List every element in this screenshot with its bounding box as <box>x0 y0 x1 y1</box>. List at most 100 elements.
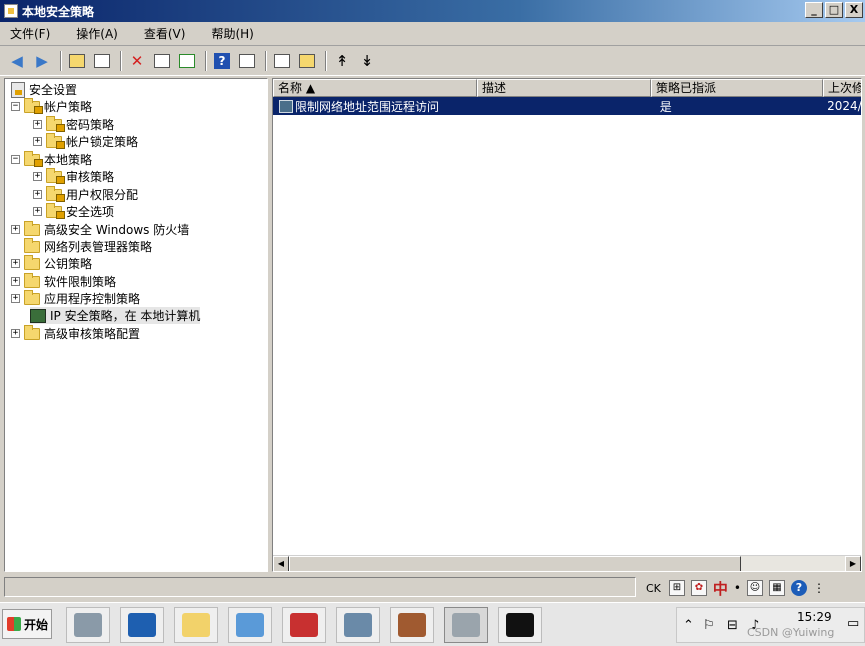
start-button[interactable]: 开始 <box>2 609 52 639</box>
scroll-thumb[interactable] <box>289 556 741 571</box>
local-security-policy-task-icon[interactable] <box>444 607 488 643</box>
menu-action[interactable]: 操作(A) <box>72 23 122 44</box>
unassign-policy-icon[interactable]: ↡ <box>356 50 378 72</box>
skin-icon[interactable]: ☺ <box>747 580 763 596</box>
tree-item-account-lockout-policy[interactable]: + 帐户锁定策略 <box>33 132 138 150</box>
properties-icon[interactable] <box>151 50 173 72</box>
toolbar: ◀ ▶ ✕ ? ↟ ↡ <box>0 46 865 76</box>
ip-policy-icon <box>279 99 293 113</box>
command-prompt-icon[interactable] <box>498 607 542 643</box>
help-icon[interactable]: ? <box>211 50 233 72</box>
expand-icon[interactable]: + <box>11 329 20 338</box>
export-list-icon[interactable] <box>176 50 198 72</box>
menu-help[interactable]: 帮助(H) <box>207 23 257 44</box>
punctuation-indicator[interactable]: • <box>734 581 741 595</box>
ime-logo-icon[interactable]: ✿ <box>690 580 707 596</box>
tree-item-windows-firewall[interactable]: + 高级安全 Windows 防火墙 <box>11 220 189 238</box>
manage-filters-icon[interactable] <box>296 50 318 72</box>
tree-item-label: 审核策略 <box>66 170 115 184</box>
file-explorer-icon[interactable] <box>174 607 218 643</box>
tree-item-user-rights[interactable]: + 用户权限分配 <box>33 185 138 203</box>
close-button[interactable]: X <box>845 2 863 18</box>
show-desktop-icon[interactable]: ▭ <box>847 616 859 631</box>
tree-item-network-list-manager[interactable]: 网络列表管理器策略 <box>24 237 152 255</box>
column-assigned[interactable]: 策略已指派 <box>651 79 823 97</box>
policy-list: 名称 ▲ 描述 策略已指派 上次修 限制网络地址范围远程访问 是 2024/ ◀… <box>272 78 862 572</box>
window-controls: _ □ X <box>805 2 863 18</box>
column-name[interactable]: 名称 ▲ <box>273 79 477 97</box>
expand-icon[interactable]: + <box>11 294 20 303</box>
notification-area: ⌃ ⚐ ⊟ ♪ 15:29 CSDN @Yuiwing ▭ <box>676 607 865 643</box>
tree-item-advanced-audit[interactable]: + 高级审核策略配置 <box>11 324 140 342</box>
tree-item-ip-security[interactable]: IP 安全策略，在 本地计算机 <box>30 307 201 324</box>
collapse-icon[interactable]: − <box>11 155 20 164</box>
back-arrow-icon[interactable]: ◀ <box>6 50 28 72</box>
action-pane-icon[interactable] <box>236 50 258 72</box>
expand-icon[interactable]: + <box>11 225 20 234</box>
expand-icon[interactable]: + <box>33 207 42 216</box>
folder-icon <box>24 220 40 236</box>
start-label: 开始 <box>24 617 49 632</box>
list-header: 名称 ▲ 描述 策略已指派 上次修 <box>273 79 861 97</box>
control-panel-icon[interactable] <box>228 607 272 643</box>
tree-item-security-options[interactable]: + 安全选项 <box>33 202 114 220</box>
show-hide-tree-icon[interactable] <box>91 50 113 72</box>
expand-icon[interactable]: + <box>33 137 42 146</box>
watermark-text: CSDN @Yuiwing <box>747 626 835 639</box>
language-code[interactable]: CK <box>644 582 663 595</box>
folder-icon <box>46 202 65 219</box>
column-modified[interactable]: 上次修 <box>823 79 861 97</box>
server-manager-icon[interactable] <box>66 607 110 643</box>
expand-icon[interactable]: + <box>11 259 20 268</box>
help-round-icon[interactable]: ? <box>791 580 807 596</box>
scroll-left-icon[interactable]: ◀ <box>273 556 289 571</box>
powershell-icon[interactable] <box>120 607 164 643</box>
tree-item-application-control[interactable]: + 应用程序控制策略 <box>11 289 140 307</box>
menu-view[interactable]: 查看(V) <box>140 23 190 44</box>
chinese-mode-indicator[interactable]: 中 <box>713 578 728 599</box>
toolbar-separator <box>265 50 267 71</box>
tree-item-software-restriction[interactable]: + 软件限制策略 <box>11 272 116 290</box>
assign-policy-icon[interactable]: ↟ <box>331 50 353 72</box>
folder-icon <box>46 132 65 149</box>
forward-arrow-icon[interactable]: ▶ <box>31 50 53 72</box>
show-hidden-icons-icon[interactable]: ⌃ <box>683 618 694 633</box>
delete-icon[interactable]: ✕ <box>126 50 148 72</box>
keyboard-icon[interactable]: ▦ <box>769 580 785 596</box>
collapse-icon[interactable]: − <box>11 102 20 111</box>
tree-item-label: IP 安全策略，在 本地计算机 <box>50 309 201 323</box>
minimize-button[interactable]: _ <box>805 2 823 18</box>
expand-icon[interactable]: + <box>11 277 20 286</box>
action-center-flag-icon[interactable]: ⚐ <box>703 618 715 633</box>
firewall-icon[interactable] <box>390 607 434 643</box>
security-policy-app-icon <box>4 4 18 18</box>
create-policy-icon[interactable] <box>271 50 293 72</box>
tree-item-audit-policy[interactable]: + 审核策略 <box>33 167 115 185</box>
options-menu-icon[interactable]: ⋮ <box>813 581 825 595</box>
title-bar: 本地安全策略 _ □ X <box>0 0 865 22</box>
clock-time[interactable]: 15:29 <box>797 610 832 624</box>
input-method-icon[interactable]: ⊞ <box>668 580 685 596</box>
folder-icon <box>24 97 43 114</box>
horizontal-scrollbar[interactable]: ◀ ▶ <box>273 555 861 571</box>
toolbox-icon[interactable] <box>282 607 326 643</box>
tree-root[interactable]: 安全设置 <box>11 81 77 98</box>
tree-item-public-key-policies[interactable]: + 公钥策略 <box>11 254 92 272</box>
network-computer-icon[interactable] <box>336 607 380 643</box>
maximize-button[interactable]: □ <box>825 2 843 18</box>
column-description[interactable]: 描述 <box>477 79 651 97</box>
expand-icon[interactable]: + <box>33 190 42 199</box>
menu-file[interactable]: 文件(F) <box>6 23 54 44</box>
window-title: 本地安全策略 <box>22 4 95 19</box>
expand-icon[interactable]: + <box>33 172 42 181</box>
network-icon[interactable]: ⊟ <box>727 618 738 633</box>
tree-item-local-policies[interactable]: − 本地策略 <box>11 150 92 168</box>
language-bar: CK ⊞ ✿ 中 • ☺ ▦ ? ⋮ <box>640 576 865 600</box>
up-level-icon[interactable] <box>66 50 88 72</box>
expand-icon[interactable]: + <box>33 120 42 129</box>
tree-item-password-policy[interactable]: + 密码策略 <box>33 115 114 133</box>
folder-icon <box>24 254 40 270</box>
tree-item-account-policies[interactable]: − 帐户策略 <box>11 97 92 115</box>
scroll-right-icon[interactable]: ▶ <box>845 556 861 571</box>
table-row[interactable]: 限制网络地址范围远程访问 是 2024/ <box>273 97 861 115</box>
